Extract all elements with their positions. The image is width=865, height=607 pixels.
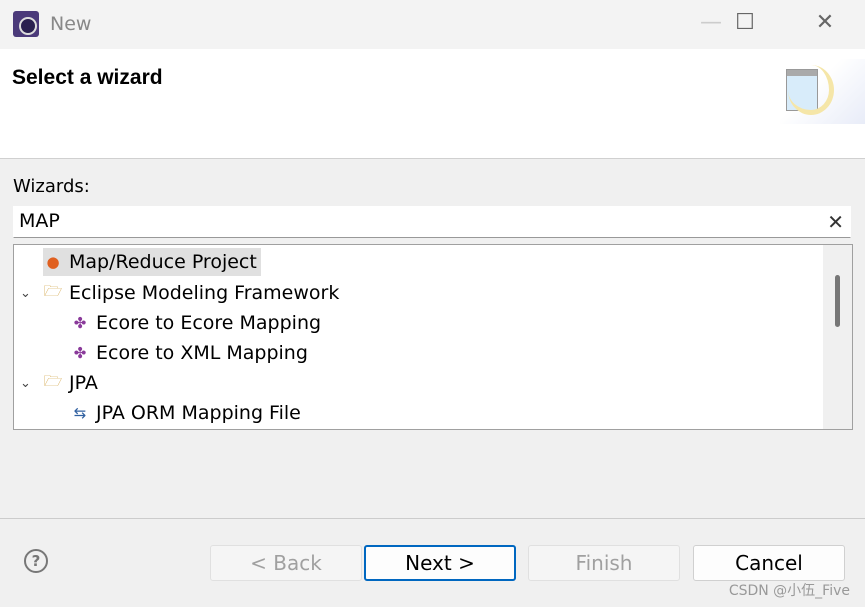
scrollbar-thumb[interactable] — [835, 275, 840, 327]
wizards-label: Wizards: — [13, 176, 90, 197]
tree-item-label: Ecore to XML Mapping — [96, 342, 308, 364]
cancel-button[interactable]: Cancel — [693, 545, 845, 581]
wizard-banner-icon — [780, 59, 865, 124]
tree-item[interactable]: 🗁 JPA — [43, 369, 98, 397]
tree-item[interactable]: ⇆ JPA ORM Mapping File — [70, 399, 301, 427]
help-icon[interactable]: ? — [24, 549, 48, 573]
close-button[interactable]: ✕ — [810, 10, 840, 35]
folder-open-icon: 🗁 — [43, 371, 63, 390]
tree-item[interactable]: ✤ Ecore to XML Mapping — [70, 339, 308, 367]
wizard-tree: ⌄ ⌄ ● Map/Reduce Project 🗁 Eclipse Modelin… — [13, 244, 853, 430]
filter-input[interactable] — [14, 207, 814, 235]
clear-icon[interactable]: ✕ — [827, 210, 844, 234]
ecore-mapping-icon: ✤ — [73, 314, 87, 332]
maximize-button[interactable]: ☐ — [730, 10, 760, 35]
title-bar: New — ☐ ✕ — [0, 0, 865, 49]
finish-button[interactable]: Finish — [528, 545, 680, 581]
mapreduce-icon: ● — [46, 253, 60, 271]
eclipse-icon — [13, 11, 39, 37]
wizard-header: Select a wizard — [0, 49, 865, 159]
divider — [0, 518, 865, 519]
tree-item-label: Ecore to Ecore Mapping — [96, 312, 322, 334]
tree-item-label: Map/Reduce Project — [69, 251, 257, 273]
ecore-xml-icon: ✤ — [73, 344, 87, 362]
tree-item[interactable]: ● Map/Reduce Project — [43, 248, 261, 276]
chevron-down-icon[interactable]: ⌄ — [20, 376, 31, 391]
tree-item-label: JPA ORM Mapping File — [96, 402, 301, 424]
back-button[interactable]: < Back — [210, 545, 362, 581]
jpa-orm-icon: ⇆ — [73, 404, 87, 422]
watermark: CSDN @小伍_Five — [728, 583, 850, 599]
vertical-scrollbar[interactable] — [823, 245, 852, 429]
next-button[interactable]: Next > — [364, 545, 516, 581]
tree-item[interactable]: ✤ Ecore to Ecore Mapping — [70, 309, 321, 337]
chevron-down-icon[interactable]: ⌄ — [20, 286, 31, 301]
tree-item-label: Eclipse Modeling Framework — [69, 282, 340, 304]
wizard-filter: ✕ — [13, 206, 851, 238]
minimize-button[interactable]: — — [696, 10, 726, 35]
tree-item-label: JPA — [69, 372, 98, 394]
folder-open-icon: 🗁 — [43, 281, 63, 300]
page-title: Select a wizard — [12, 66, 163, 89]
window-title: New — [50, 13, 92, 35]
tree-item[interactable]: 🗁 Eclipse Modeling Framework — [43, 279, 340, 307]
